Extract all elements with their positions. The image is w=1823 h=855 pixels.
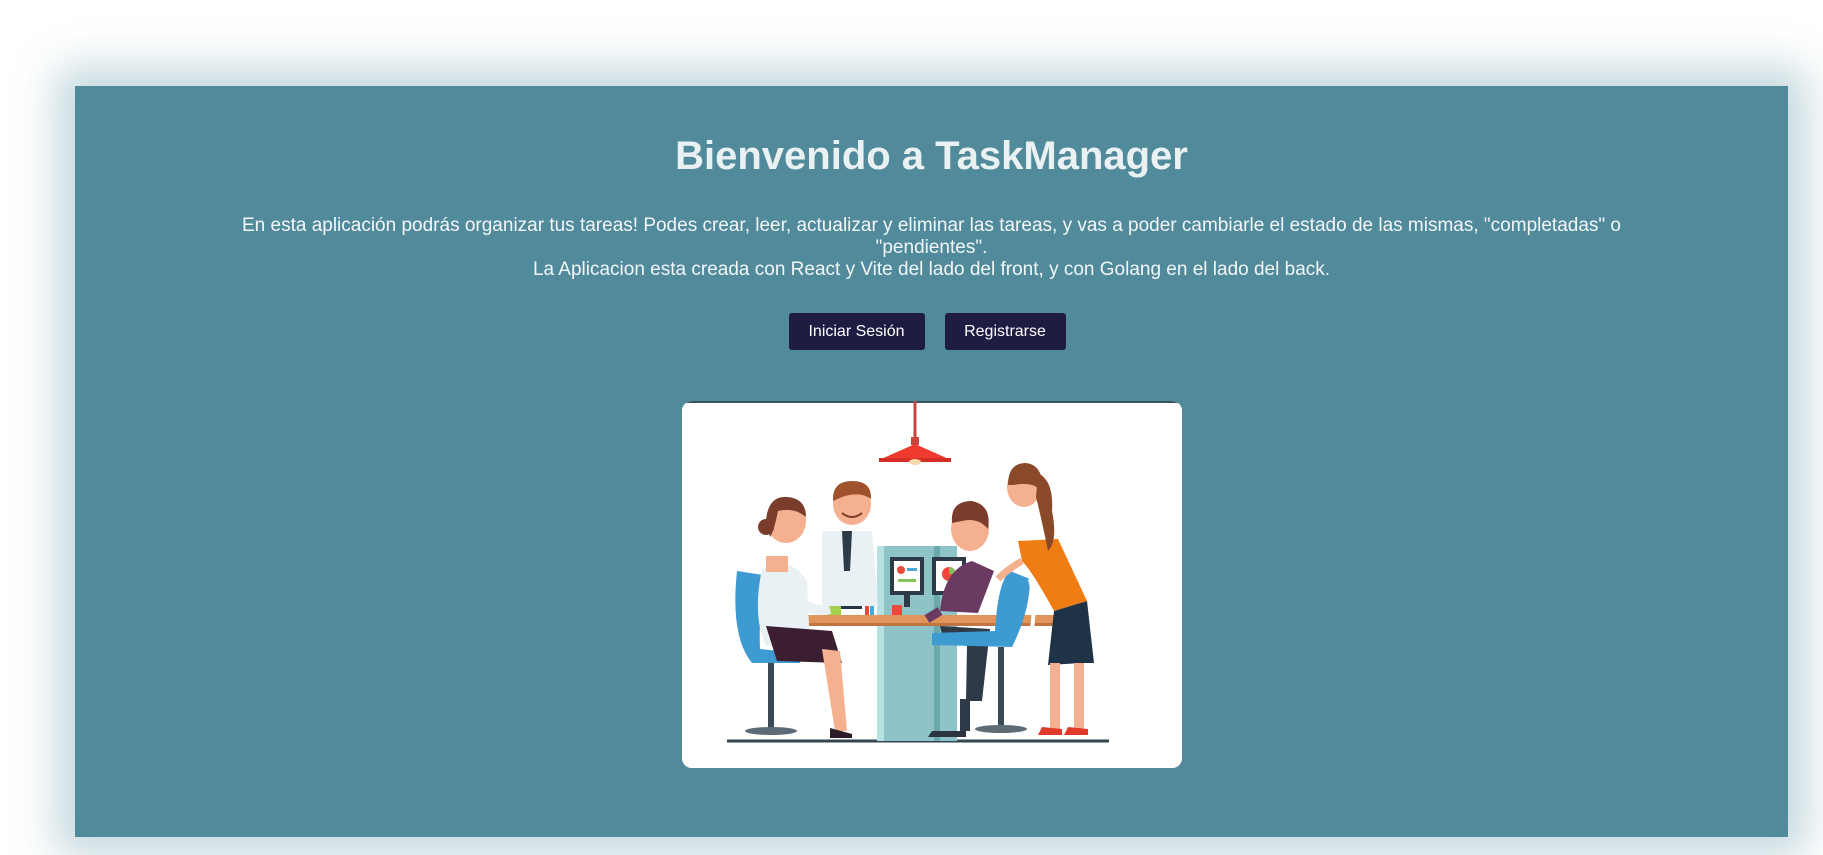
login-button[interactable]: Iniciar Sesión — [788, 313, 925, 350]
auth-buttons: Iniciar Sesión Registrarse — [75, 313, 1788, 350]
register-button[interactable]: Registrarse — [944, 313, 1066, 350]
app-description: En esta aplicación podrás organizar tus … — [225, 215, 1638, 281]
page-title: Bienvenido a TaskManager — [675, 134, 1188, 178]
description-line-2: La Aplicacion esta creada con React y Vi… — [532, 259, 1331, 280]
description-line-1: En esta aplicación podrás organizar tus … — [241, 215, 1621, 258]
team-meeting-illustration-icon — [682, 401, 1182, 768]
hero-section: Bienvenido a TaskManager En esta aplicac… — [75, 86, 1788, 837]
team-meeting-illustration — [682, 401, 1182, 768]
